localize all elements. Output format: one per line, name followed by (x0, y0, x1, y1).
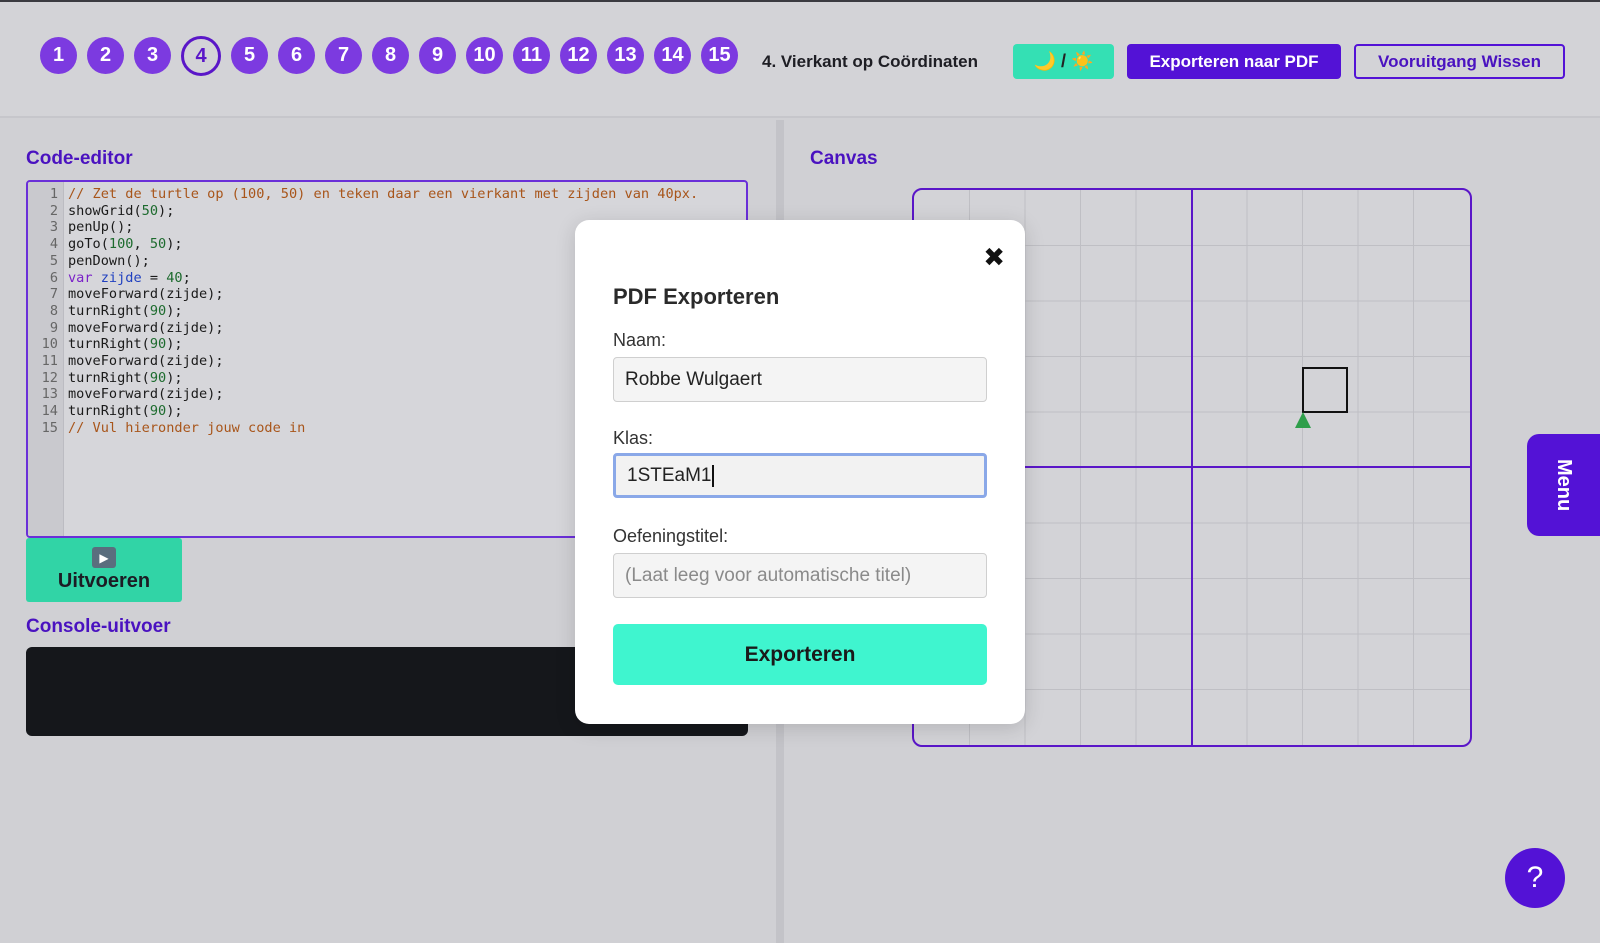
exercise-title-label: Oefeningstitel: (613, 526, 729, 546)
exercise-title-field[interactable]: (Laat leeg voor automatische titel) (613, 553, 987, 598)
text-caret (712, 464, 715, 487)
modal-overlay: ✖ PDF Exporteren Naam: Robbe Wulgaert Kl… (0, 0, 1600, 943)
pdf-export-dialog: ✖ PDF Exporteren Naam: Robbe Wulgaert Kl… (575, 220, 1025, 724)
dialog-title: PDF Exporteren (613, 284, 780, 309)
class-label: Klas: (613, 428, 654, 448)
exercise-title-placeholder: (Laat leeg voor automatische titel) (625, 564, 912, 586)
name-label: Naam: (613, 330, 667, 350)
name-field-value: Robbe Wulgaert (625, 368, 762, 390)
export-submit-button[interactable]: Exporteren (613, 624, 987, 685)
name-field[interactable]: Robbe Wulgaert (613, 357, 987, 402)
class-field[interactable]: 1STEaM1 (613, 453, 987, 498)
close-icon[interactable]: ✖ (983, 242, 1005, 273)
class-field-value: 1STEaM1 (627, 464, 712, 486)
